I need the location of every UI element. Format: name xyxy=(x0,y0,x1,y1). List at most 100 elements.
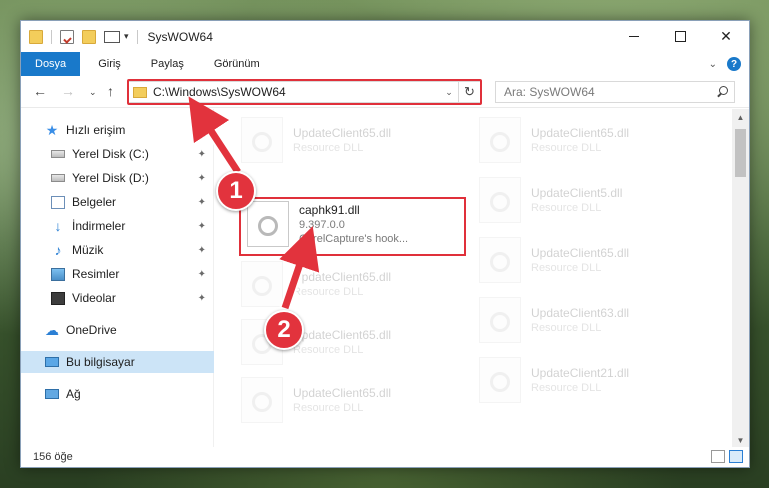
tab-share[interactable]: Paylaş xyxy=(139,52,196,76)
scroll-up-arrow-icon[interactable]: ▲ xyxy=(732,109,749,126)
list-item[interactable]: UpdateClient65.dll Resource DLL xyxy=(215,373,451,427)
file-type: Resource DLL xyxy=(531,321,602,334)
folder-icon xyxy=(29,29,43,44)
tab-home[interactable]: Giriş xyxy=(86,52,133,76)
sidebar-item-downloads[interactable]: ↓ İndirmeler ✦ xyxy=(21,215,214,237)
dll-file-icon xyxy=(479,117,521,163)
sidebar-item-label: OneDrive xyxy=(66,323,117,337)
pin-icon[interactable]: ✦ xyxy=(198,173,206,184)
sidebar-item-local-disk-c[interactable]: Yerel Disk (C:) ✦ xyxy=(21,143,214,165)
list-item[interactable]: UpdateClient63.dll Resource DLL xyxy=(453,293,689,347)
search-box[interactable]: Ara: SysWOW64 xyxy=(495,81,735,103)
sidebar-item-music[interactable]: ♪ Müzik ✦ xyxy=(21,239,214,261)
search-input[interactable]: Ara: SysWOW64 xyxy=(496,85,716,99)
window-controls: ✕ xyxy=(611,21,749,52)
pin-icon[interactable]: ✦ xyxy=(198,293,206,304)
ribbon-tabs: Dosya Giriş Paylaş Görünüm ⌄ ? xyxy=(21,52,749,76)
pin-icon[interactable]: ✦ xyxy=(198,149,206,160)
close-button[interactable]: ✕ xyxy=(703,21,749,52)
dll-file-icon xyxy=(241,117,283,163)
search-icon[interactable] xyxy=(716,85,734,99)
tiles-view-icon[interactable] xyxy=(729,450,743,463)
sidebar-item-label: Resimler xyxy=(72,267,120,281)
file-highlight-box xyxy=(239,197,466,256)
new-folder-icon[interactable] xyxy=(82,29,96,44)
list-item[interactable]: UpdateClient65.dll Resource DLL xyxy=(453,113,689,167)
dll-file-icon xyxy=(479,237,521,283)
chevron-down-icon[interactable]: ▾ xyxy=(124,31,129,42)
documents-icon xyxy=(51,195,65,209)
recent-locations-button[interactable]: ⌄ xyxy=(89,87,97,98)
file-name: UpdateClient63.dll xyxy=(531,305,630,320)
list-item[interactable]: UpdateClient65.dll Resource DLL xyxy=(215,113,451,167)
list-item[interactable]: UpdateClient65.dll Resource DLL xyxy=(215,315,451,369)
sidebar-item-label: Bu bilgisayar xyxy=(66,355,135,369)
sidebar-item-label: Videolar xyxy=(72,291,116,305)
quick-access-toolbar: ▾ xyxy=(21,29,146,44)
file-name: UpdateClient65.dll xyxy=(293,327,392,342)
sidebar-item-quick-access[interactable]: ★ Hızlı erişim xyxy=(21,119,214,141)
downloads-icon: ↓ xyxy=(54,217,62,234)
file-name: UpdateClient65.dll xyxy=(293,125,392,140)
sidebar-item-this-pc[interactable]: Bu bilgisayar xyxy=(21,351,214,373)
pin-icon[interactable]: ✦ xyxy=(198,245,206,256)
file-name: UpdateClient65.dll xyxy=(293,385,392,400)
tab-view[interactable]: Görünüm xyxy=(202,52,272,76)
back-button[interactable]: ← xyxy=(33,83,47,99)
file-type: Resource DLL xyxy=(531,141,602,154)
forward-button[interactable]: → xyxy=(61,83,75,99)
dll-file-icon xyxy=(241,377,283,423)
status-bar: 156 öğe xyxy=(21,447,749,467)
window-title: SysWOW64 xyxy=(147,29,213,44)
ribbon-right-controls: ⌄ ? xyxy=(709,52,741,76)
file-name: UpdateClient5.dll xyxy=(531,185,623,200)
pin-icon[interactable]: ✦ xyxy=(198,269,206,280)
minimize-button[interactable] xyxy=(611,21,657,52)
sidebar-item-pictures[interactable]: Resimler ✦ xyxy=(21,263,214,285)
list-item[interactable]: UpdateClient5.dll Resource DLL xyxy=(453,173,689,227)
file-name: UpdateClient65.dll xyxy=(531,245,630,260)
sidebar-item-label: İndirmeler xyxy=(72,219,126,233)
file-type: Resource DLL xyxy=(531,381,602,394)
list-item[interactable]: UpdateClient65.dll Resource DLL xyxy=(215,257,451,311)
drive-icon xyxy=(51,150,65,158)
help-icon[interactable]: ? xyxy=(727,57,741,71)
file-type: Resource DLL xyxy=(531,201,602,214)
sidebar-item-label: Yerel Disk (D:) xyxy=(72,171,149,185)
sidebar-item-local-disk-d[interactable]: Yerel Disk (D:) ✦ xyxy=(21,167,214,189)
sidebar-item-videos[interactable]: Videolar ✦ xyxy=(21,287,214,309)
vertical-scrollbar[interactable]: ▲ ▼ xyxy=(732,109,749,449)
pin-icon[interactable]: ✦ xyxy=(198,197,206,208)
sidebar-item-label: Yerel Disk (C:) xyxy=(72,147,149,161)
properties-icon[interactable] xyxy=(60,29,74,44)
up-button[interactable]: ↑ xyxy=(107,83,114,99)
sidebar-item-documents[interactable]: Belgeler ✦ xyxy=(21,191,214,213)
dll-file-icon xyxy=(479,177,521,223)
sidebar-item-onedrive[interactable]: ☁ OneDrive xyxy=(21,319,214,341)
network-icon xyxy=(45,389,59,399)
tab-file[interactable]: Dosya xyxy=(21,52,81,76)
music-icon: ♪ xyxy=(54,241,62,258)
sidebar-item-network[interactable]: Ağ xyxy=(21,383,214,405)
title-bar: ▾ SysWOW64 ✕ xyxy=(21,21,749,52)
view-buttons xyxy=(707,450,743,463)
toolbar-divider xyxy=(136,29,138,44)
onedrive-icon: ☁ xyxy=(45,321,59,338)
toolbar-divider xyxy=(51,29,52,44)
pin-icon[interactable]: ✦ xyxy=(198,221,206,232)
view-options-icon[interactable] xyxy=(104,30,120,43)
file-name: UpdateClient65.dll xyxy=(293,269,392,284)
maximize-button[interactable] xyxy=(657,21,703,52)
expand-ribbon-icon[interactable]: ⌄ xyxy=(709,59,717,70)
file-name: UpdateClient21.dll xyxy=(531,365,630,380)
dll-file-icon xyxy=(479,297,521,343)
sidebar-item-label: Müzik xyxy=(72,243,104,257)
this-pc-icon xyxy=(45,357,59,367)
details-view-icon[interactable] xyxy=(711,450,725,463)
sidebar-item-label: Ağ xyxy=(66,387,81,401)
file-type: Resource DLL xyxy=(293,141,364,154)
scrollbar-thumb[interactable] xyxy=(735,129,746,177)
list-item[interactable]: UpdateClient65.dll Resource DLL xyxy=(453,233,689,287)
file-type: Resource DLL xyxy=(293,343,364,356)
list-item[interactable]: UpdateClient21.dll Resource DLL xyxy=(453,353,689,407)
